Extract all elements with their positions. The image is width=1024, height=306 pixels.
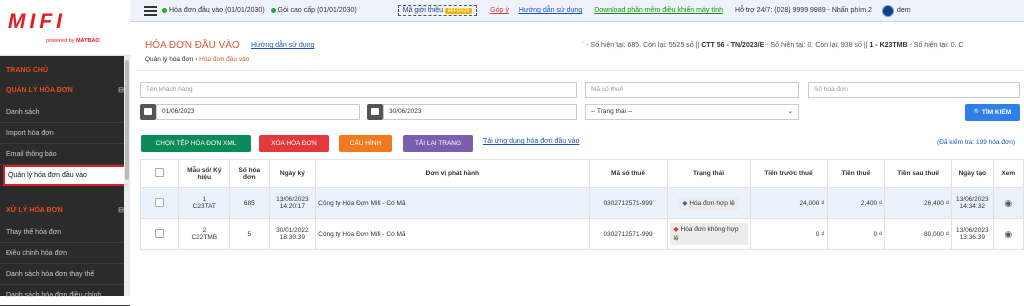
config-button[interactable]: CẤU HÌNH [339, 135, 392, 152]
col-serial[interactable]: Mẫu số/ Ký hiệu [178, 159, 231, 188]
col-status[interactable]: Trạng thái [666, 159, 751, 188]
cell-vat: 2,400 ₫ [826, 187, 886, 219]
col-issuer[interactable]: Đơn vị phát hành [315, 159, 590, 188]
sidebar-item-list[interactable]: Danh sách [0, 102, 130, 123]
cell-total: 26,400 ₫ [884, 187, 953, 219]
top-bar: Hóa đơn đầu vào (01/01/2030) Gói cao cấp… [130, 0, 1024, 22]
breadcrumb-root[interactable]: Quản lý hóa đơn [145, 56, 193, 63]
status-package: Gói cao cấp (01/01/2030) [270, 7, 357, 14]
table-row[interactable]: 2 C22TMB 5 30/01/2022 18:30:39 Công ty Hóa… [139, 218, 1024, 250]
status-input-invoice: Hóa đơn đầu vào (01/01/2030) [162, 7, 265, 14]
cell-total: 80,000 ₫ [884, 218, 953, 250]
sidebar-item-replace-list[interactable]: Danh sách hóa đơn thay thế [0, 264, 130, 285]
sidebar-group-invoice-management[interactable]: QUẢN LÝ HÓA ĐƠN ⊟ [0, 80, 130, 102]
avatar[interactable] [881, 4, 894, 17]
eye-icon[interactable]: ◉ [1004, 198, 1012, 208]
download-link[interactable]: Download phần mềm điều khiển máy tính [594, 7, 723, 14]
cell-status: ◆ Hóa đơn không hợp lệ [666, 218, 751, 250]
tag-icon: ◆ [673, 226, 679, 233]
sidebar-group-invoice-processing[interactable]: XỬ LÝ HÓA ĐƠN ⊟ [0, 200, 130, 222]
cell-status: ◆ Hóa đơn hợp lệ [666, 187, 751, 219]
cell-number: 5 [229, 218, 270, 250]
table-row[interactable]: 1 C23TAT 685 13/06/2023 14:20:17 Công ty H… [139, 187, 1024, 219]
view-button[interactable]: ◉ [992, 187, 1024, 219]
invoice-table: Mẫu số/ Ký hiệu Số hóa đơn Ngày ký Đơn v… [139, 159, 1024, 250]
cell-pretax: 24,000 ₫ [749, 187, 828, 219]
sidebar-item-email[interactable]: Email thông báo [0, 144, 130, 165]
main-content: HÓA ĐƠN ĐẦU VÀO Hướng dẫn sử dụng Quản l… [136, 28, 1024, 296]
col-tax-code[interactable]: Mã số thuế [588, 159, 668, 188]
cell-signed: 30/01/2022 18:30:39 [268, 218, 317, 250]
status-select[interactable]: -- Trạng thái -- ⌄ [585, 104, 799, 120]
cell-pretax: 0 ₫ [749, 218, 828, 250]
status-badge: ◆ Hóa đơn không hợp lệ [669, 223, 748, 245]
cell-number: 685 [229, 187, 270, 219]
mifi-logo[interactable]: MIFI powered by MATBAO [0, 0, 130, 56]
cell-created: 13/06/2023 14:34:32 [951, 187, 994, 219]
support-hotline: Hỗ trợ 24/7: (028) 9999 9989 - Nhấn phím… [735, 7, 872, 14]
cell-tax: 0302712571-999 [588, 218, 668, 250]
search-button[interactable]: 🔍TÌM KIẾM [965, 104, 1020, 121]
sidebar-item-import[interactable]: Import hóa đơn [0, 123, 130, 144]
breadcrumb: Quản lý hóa đơn › Hóa đơn đầu vào [145, 56, 250, 63]
eye-icon[interactable]: ◉ [1004, 229, 1012, 239]
table-header-row: Mẫu số/ Ký hiệu Số hóa đơn Ngày ký Đơn v… [139, 159, 1024, 188]
col-number[interactable]: Số hóa đơn [229, 159, 270, 188]
col-pretax[interactable]: Tiền trước thuế [749, 159, 828, 188]
delete-invoice-button[interactable]: XÓA HÓA ĐƠN [259, 135, 329, 152]
col-signed-date[interactable]: Ngày ký [268, 159, 317, 188]
download-app-link[interactable]: Tải ứng dụng hóa đơn đầu vào [483, 138, 579, 145]
user-name[interactable]: dem [897, 7, 911, 14]
tax-code-input[interactable]: Mã số thuế [585, 82, 799, 98]
feedback-link[interactable]: Góp ý [490, 7, 509, 14]
calendar-icon[interactable] [367, 104, 383, 120]
guide-link[interactable]: Hướng dẫn sử dụng [519, 7, 582, 14]
sidebar-item-replace[interactable]: Thay thế hóa đơn [0, 222, 130, 243]
view-button[interactable]: ◉ [992, 218, 1024, 250]
row-checkbox[interactable] [139, 187, 180, 219]
menu-icon[interactable] [144, 5, 157, 16]
sidebar-scroll-thumb[interactable] [125, 60, 129, 180]
logo-text: MIFI [8, 10, 66, 33]
referral-code[interactable]: Mã giới thiệu MIFI2020 [397, 5, 478, 16]
page-guide-link[interactable]: Hướng dẫn sử dụng [251, 42, 314, 49]
invoice-number-input[interactable]: Số hóa đơn [808, 82, 1020, 98]
page-title: HÓA ĐƠN ĐẦU VÀO [145, 40, 240, 51]
from-date-input[interactable]: 01/06/2023 [156, 104, 360, 120]
sidebar-home[interactable]: TRANG CHỦ [0, 62, 130, 80]
sidebar-item-adjust[interactable]: Điều chỉnh hóa đơn [0, 243, 130, 264]
row-checkbox[interactable] [139, 218, 180, 250]
choose-xml-button[interactable]: CHỌN TỆP HÓA ĐƠN XML [141, 135, 251, 152]
cell-issuer: Công ty Hóa Đơn Mifi - Có Mã [315, 218, 590, 250]
col-total[interactable]: Tiền sau thuế [884, 159, 953, 188]
tag-icon: ◆ [682, 199, 688, 207]
powered-by: powered by MATBAO [46, 38, 100, 44]
checked-count: (Đã kiểm tra: 199 hóa đơn) [937, 139, 1015, 146]
customer-name-input[interactable]: Tên khách hàng [140, 82, 577, 98]
cell-serial: 2 C22TMB [178, 218, 231, 250]
cell-signed: 13/06/2023 14:20:17 [268, 187, 317, 219]
col-vat[interactable]: Tiền thuế [826, 159, 886, 188]
col-created[interactable]: Ngày tạo [951, 159, 994, 188]
sidebar-item-input-invoices[interactable]: Quản lý hóa đơn đầu vào [3, 165, 127, 186]
breadcrumb-current: Hóa đơn đầu vào [199, 56, 250, 63]
select-all-checkbox[interactable] [139, 159, 180, 188]
status-badge: ◆ Hóa đơn hợp lệ [678, 196, 739, 210]
cell-issuer: Công ty Hóa Đơn Mifi - Có Mã [315, 187, 590, 219]
cell-serial: 1 C23TAT [178, 187, 231, 219]
col-view: Xem [992, 159, 1024, 188]
reload-button[interactable]: TẢI LẠI TRANG [403, 135, 473, 152]
sidebar: MIFI powered by MATBAO TRANG CHỦ QUẢN LÝ… [0, 0, 130, 306]
cell-tax: 0302712571-999 [588, 187, 668, 219]
cell-created: 13/06/2023 13:36:39 [951, 218, 994, 250]
chevron-down-icon: ⌄ [787, 108, 793, 115]
cell-vat: 0 ₫ [826, 218, 886, 250]
calendar-icon[interactable] [140, 104, 156, 120]
invoice-series-info: ` - Số hiện tại: 685. Còn lại: 5525 số |… [582, 42, 964, 49]
to-date-input[interactable]: 30/06/2023 [383, 104, 577, 120]
